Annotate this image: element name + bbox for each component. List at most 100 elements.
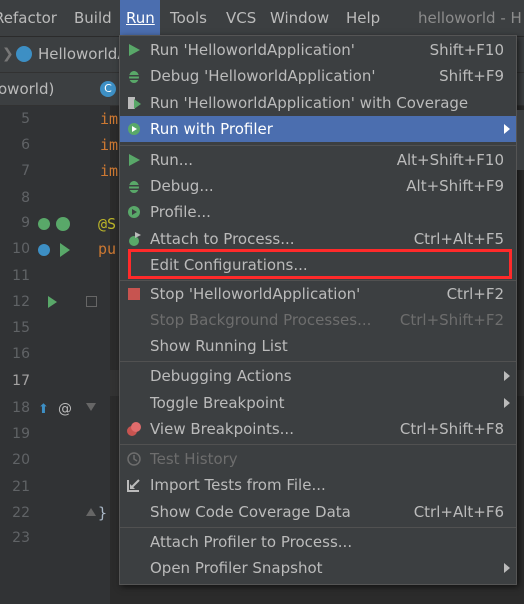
menu-item-debug[interactable]: Debug... Alt+Shift+F9 [120,173,516,199]
window-title: helloworld - H [418,9,522,27]
profiler-icon [128,123,140,135]
bean-gutter-icon[interactable] [38,218,50,230]
menu-build-label: Build [74,9,112,27]
line-number: 7 [21,163,30,179]
breadcrumb-chevron-icon: ❯ [2,46,14,62]
run-gutter-icon[interactable] [48,296,57,308]
menu-run-label: Run [126,9,155,27]
submenu-arrow-icon [504,371,510,381]
line-number: 22 [12,505,30,521]
menu-separator [120,527,516,528]
run-menu-dropdown: Run 'HelloworldApplication' Shift+F10 De… [119,35,517,585]
menu-item-label: Import Tests from File... [150,476,326,494]
menu-item-shortcut: Shift+F9 [439,67,504,85]
menu-item-attach-profiler[interactable]: Attach Profiler to Process... [120,529,516,555]
menu-item-run-with-profiler[interactable]: Run with Profiler [120,116,516,142]
line-number: 11 [12,268,30,284]
menu-item-show-code-coverage[interactable]: Show Code Coverage Data Ctrl+Alt+F6 [120,499,516,525]
menu-window-label: Window [270,9,330,27]
override-gutter-icon[interactable]: ⬆ [38,402,49,417]
menu-item-shortcut: Ctrl+F2 [446,285,504,303]
line-number: 8 [21,190,30,206]
menu-item-label: Run... [150,151,194,169]
editor-gutter: 5 6 7 8 9 10 11 12 15 16 17 18 19 20 21 … [0,106,110,604]
menu-tools-label: Tools [170,9,207,27]
run-gutter-icon[interactable] [60,243,70,257]
menu-build[interactable]: Build [68,0,118,36]
line-number: 23 [12,530,30,546]
menu-item-debug-app[interactable]: Debug 'HelloworldApplication' Shift+F9 [120,63,516,89]
menu-item-profile[interactable]: Profile... [120,199,516,225]
bean-gutter-icon[interactable] [38,244,50,256]
menu-item-stop-app[interactable]: Stop 'HelloworldApplication' Ctrl+F2 [120,281,516,307]
menu-item-label: Test History [150,450,238,468]
menu-item-shortcut: Ctrl+Shift+F2 [399,311,504,329]
menu-item-label: Run with Profiler [150,120,273,138]
line-number: 9 [21,215,30,231]
line-number: 18 [12,400,30,416]
coverage-icon [128,97,141,109]
fold-icon[interactable] [86,403,96,411]
menu-item-label: Stop 'HelloworldApplication' [150,285,361,303]
menu-item-run-with-coverage[interactable]: Run 'HelloworldApplication' with Coverag… [120,90,516,116]
history-clock-icon [127,452,141,466]
submenu-edge [516,110,524,170]
menu-item-show-running-list[interactable]: Show Running List [120,333,516,359]
menu-separator [120,361,516,362]
line-number: 6 [21,137,30,153]
menu-item-label: Stop Background Processes... [150,311,372,329]
menu-vcs-label: VCS [226,9,257,27]
menu-separator [120,444,516,445]
run-icon [129,154,140,166]
menu-item-run-app[interactable]: Run 'HelloworldApplication' Shift+F10 [120,37,516,63]
class-icon: C [100,81,116,97]
line-number: 17 [12,373,30,389]
import-icon [127,479,140,492]
menu-item-label: Show Code Coverage Data [150,503,351,521]
tab-helloworld[interactable]: oworld) [0,73,54,105]
annotation-highlight-box [128,249,512,279]
menu-item-shortcut: Ctrl+Alt+F6 [413,503,504,521]
menu-item-label: Debug... [150,177,214,195]
menu-item-open-profiler-snapshot[interactable]: Open Profiler Snapshot [120,555,516,581]
menu-item-view-breakpoints[interactable]: View Breakpoints... Ctrl+Shift+F8 [120,416,516,442]
run-icon [129,44,140,56]
menu-item-label: Toggle Breakpoint [150,394,285,412]
menu-refactor-label: Refactor [0,9,57,27]
menu-separator [120,145,516,146]
menu-run[interactable]: Run [120,0,160,36]
spring-gutter-icon[interactable] [56,217,70,231]
line-number: 20 [12,452,30,468]
menu-item-shortcut: Ctrl+Shift+F8 [399,420,504,438]
fold-icon[interactable] [86,296,97,307]
menu-refactor[interactable]: Refactor [0,0,62,36]
code-line: im [100,136,119,154]
menu-item-run[interactable]: Run... Alt+Shift+F10 [120,147,516,173]
menu-item-toggle-breakpoint[interactable]: Toggle Breakpoint [120,390,516,416]
menu-vcs[interactable]: VCS [222,0,262,36]
line-number: 16 [12,346,30,362]
menu-tools[interactable]: Tools [166,0,216,36]
menu-item-label: Run 'HelloworldApplication' [150,41,355,59]
menu-item-label: Show Running List [150,337,288,355]
menu-item-debugging-actions[interactable]: Debugging Actions [120,363,516,389]
code-line: pu [98,240,117,258]
submenu-arrow-icon [504,398,510,408]
debug-bug-icon [128,181,140,193]
menu-item-import-tests[interactable]: Import Tests from File... [120,472,516,498]
menu-item-label: Debugging Actions [150,367,292,385]
fold-icon[interactable] [86,508,96,516]
menu-item-label: View Breakpoints... [150,420,294,438]
attach-debugger-icon [129,232,141,246]
menu-item-label: Debug 'HelloworldApplication' [150,67,376,85]
code-line: im [100,110,119,128]
annotation-gutter-icon[interactable]: @ [58,401,72,417]
menu-window[interactable]: Window [266,0,336,36]
profiler-icon [128,206,140,218]
menu-item-label: Open Profiler Snapshot [150,559,323,577]
menu-help[interactable]: Help [342,0,390,36]
submenu-arrow-icon [504,124,510,134]
menu-bar: Refactor Build Run Tools VCS Window Help… [0,0,524,37]
line-number: 15 [12,320,30,336]
spring-boot-icon [16,46,32,62]
